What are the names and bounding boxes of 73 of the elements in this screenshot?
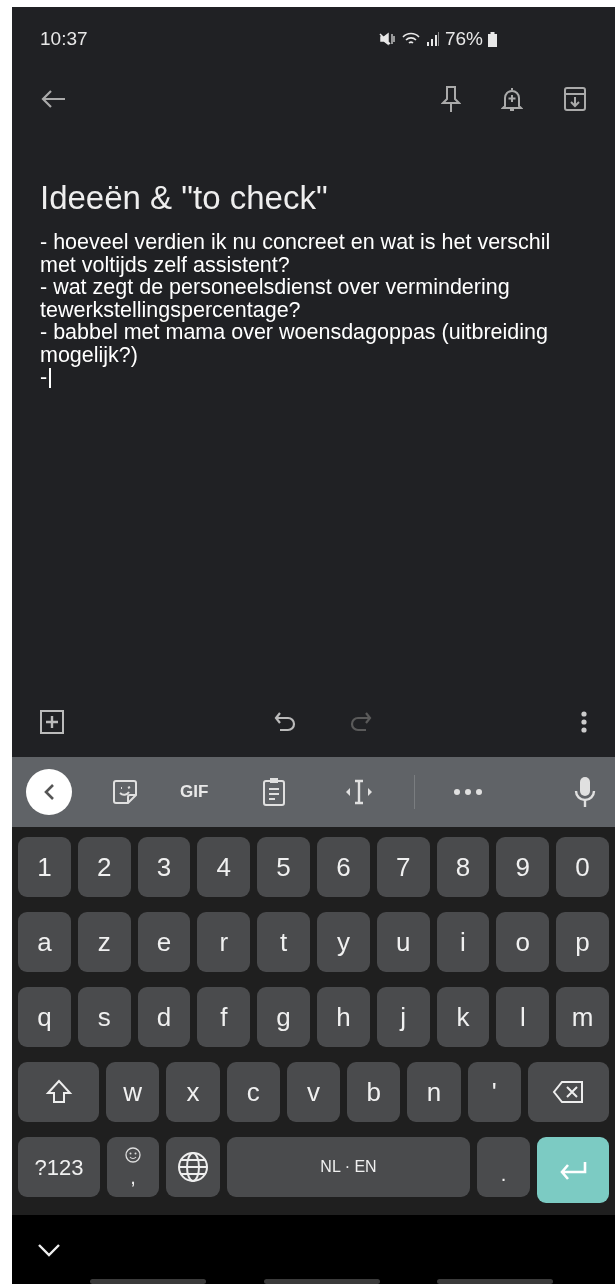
key[interactable]: m xyxy=(556,987,609,1047)
microphone-icon[interactable] xyxy=(573,776,597,808)
gif-button[interactable]: GIF xyxy=(180,779,209,805)
key[interactable]: d xyxy=(137,987,191,1047)
key[interactable]: w xyxy=(106,1062,160,1122)
clipboard-icon[interactable] xyxy=(262,777,287,807)
language-key[interactable] xyxy=(166,1137,220,1197)
battery-icon xyxy=(488,31,497,47)
key[interactable]: 9 xyxy=(496,837,550,897)
shift-key[interactable] xyxy=(18,1062,99,1122)
key[interactable]: b xyxy=(347,1062,401,1122)
key[interactable]: i xyxy=(436,912,490,972)
key[interactable]: 3 xyxy=(137,837,191,897)
back-arrow-icon[interactable] xyxy=(40,89,66,109)
more-options-icon[interactable] xyxy=(581,711,587,733)
status-time: 10:37 xyxy=(40,26,88,51)
key[interactable]: h xyxy=(317,987,370,1047)
key[interactable]: s xyxy=(77,987,131,1047)
note-title[interactable]: Ideeën & "to check" xyxy=(40,179,587,217)
collapse-button[interactable] xyxy=(26,769,72,815)
battery-percentage: 76% xyxy=(444,26,483,51)
key[interactable]: k xyxy=(436,987,490,1047)
key[interactable]: e xyxy=(137,912,191,972)
key[interactable]: a xyxy=(18,912,71,972)
key[interactable]: n xyxy=(407,1062,461,1122)
space-key[interactable]: NL · EN xyxy=(227,1137,470,1197)
undo-icon[interactable] xyxy=(274,711,298,733)
symbols-key[interactable]: ?123 xyxy=(18,1137,100,1197)
key[interactable]: f xyxy=(197,987,251,1047)
key[interactable]: r xyxy=(197,912,251,972)
key[interactable]: x xyxy=(166,1062,220,1122)
pin-icon[interactable] xyxy=(441,85,461,113)
key[interactable]: q xyxy=(18,987,71,1047)
key[interactable]: g xyxy=(257,987,310,1047)
bell-plus-icon[interactable] xyxy=(501,85,523,113)
backspace-key[interactable] xyxy=(527,1062,609,1122)
key[interactable]: 2 xyxy=(77,837,131,897)
backspace-icon xyxy=(552,1080,585,1104)
key[interactable]: 1 xyxy=(18,837,71,897)
key[interactable]: 7 xyxy=(376,837,430,897)
comma-key[interactable]: , xyxy=(107,1137,159,1197)
key[interactable]: l xyxy=(496,987,550,1047)
text-cursor-icon[interactable] xyxy=(344,778,375,806)
shift-icon xyxy=(44,1078,73,1106)
chevron-down-icon[interactable] xyxy=(37,1243,61,1257)
key[interactable]: y xyxy=(317,912,370,972)
key[interactable]: t xyxy=(257,912,310,972)
enter-icon xyxy=(558,1160,588,1180)
mute-vibrate-icon xyxy=(377,31,396,47)
period-key[interactable]: . xyxy=(477,1137,530,1197)
more-icon[interactable] xyxy=(453,788,484,796)
smiley-icon xyxy=(125,1147,141,1163)
wifi-icon xyxy=(400,31,421,47)
key[interactable]: 5 xyxy=(257,837,310,897)
signal-icon xyxy=(425,31,440,47)
key[interactable]: 6 xyxy=(317,837,370,897)
key[interactable]: p xyxy=(556,912,609,972)
key[interactable]: v xyxy=(286,1062,341,1122)
archive-icon[interactable] xyxy=(563,86,587,112)
key[interactable]: 0 xyxy=(556,837,609,897)
key[interactable]: z xyxy=(77,912,131,972)
chevron-left-icon xyxy=(43,783,55,801)
add-box-icon[interactable] xyxy=(40,710,64,734)
sticker-icon[interactable] xyxy=(112,779,138,805)
note-body[interactable]: - hoeveel verdien ik nu concreet en wat is het verschil met voltijds zelf assistent? - wat zegt de personeelsdienst over vermindering tewerkstellingspercentage? - babbel met mama over woensdagoppas (uitbreiding mogelijk?) - xyxy=(40,231,580,389)
key[interactable]: j xyxy=(376,987,430,1047)
globe-icon xyxy=(177,1151,209,1183)
key[interactable]: u xyxy=(376,912,430,972)
key[interactable]: 4 xyxy=(197,837,251,897)
key[interactable]: 8 xyxy=(436,837,490,897)
key[interactable]: c xyxy=(226,1062,280,1122)
key[interactable]: o xyxy=(496,912,550,972)
key[interactable]: ' xyxy=(467,1062,521,1122)
